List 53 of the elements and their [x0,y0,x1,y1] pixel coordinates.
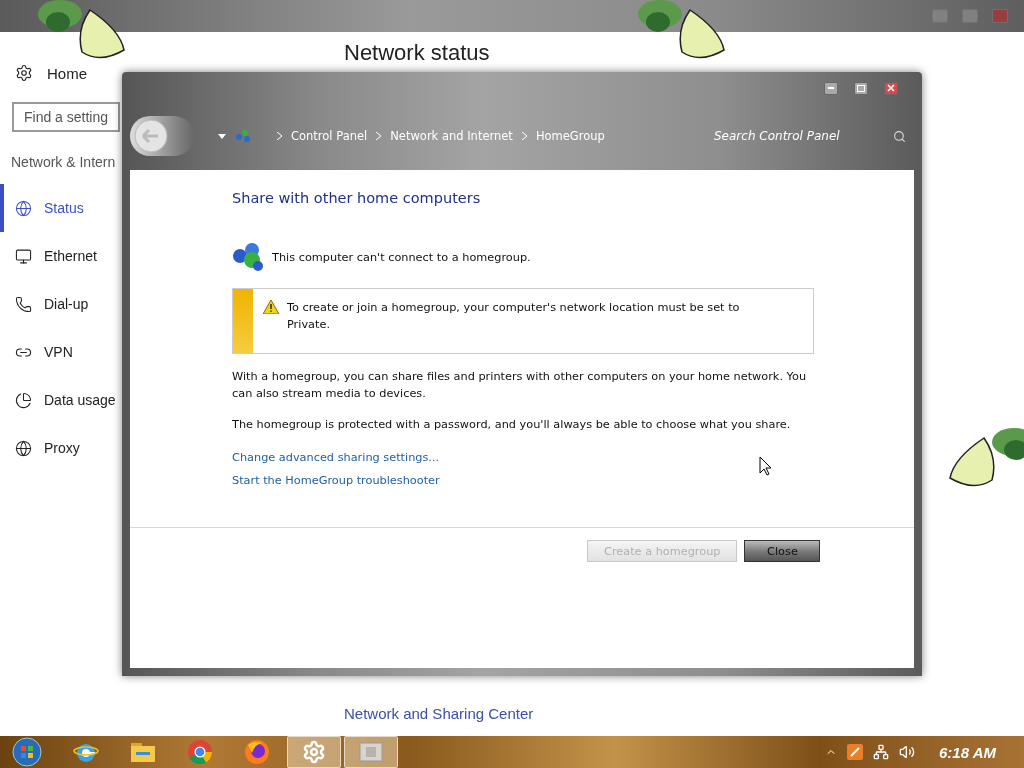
network-icon [235,129,251,143]
nav-item[interactable]: Data usage [0,376,122,424]
pie-chart-icon [15,391,32,409]
clock[interactable]: 6:18 AM [939,743,996,761]
folder-icon [130,740,156,764]
nav-item[interactable]: Dial-up [0,280,122,328]
start-button[interactable] [10,736,44,768]
section-title: Network & Intern [11,154,117,170]
browser-icon [244,739,270,765]
warning-text: To create or join a homegroup, your computer's network location must be set to Private. [287,300,741,333]
chevron-icon [521,132,527,140]
action-link[interactable]: Change advanced sharing settings... [232,451,440,464]
home-link[interactable]: Home [47,64,87,82]
nav-item[interactable]: Ethernet [0,232,122,280]
monitor-icon [15,247,32,265]
page-heading: Network status [344,40,490,66]
cursor-icon [759,456,773,476]
back-button[interactable] [130,116,194,156]
dialog-button[interactable]: Close [744,540,821,562]
nav-item[interactable]: Proxy [0,424,122,472]
description-text: With a homegroup, you can share files and printers with other computers on your home network. You can also stream media to devices. [232,369,808,402]
dialog-title: Share with other home computers [232,190,482,206]
search-icon [893,129,906,143]
maximize-icon [857,84,865,92]
globe-icon [15,199,32,217]
volume-icon[interactable] [899,744,916,760]
warning-icon [263,300,279,314]
gear-icon [302,740,326,764]
search-field[interactable]: Find a setting [12,102,120,132]
tray-app-icon[interactable] [847,744,864,760]
breadcrumb[interactable]: Control Panel [291,129,368,143]
network-icon[interactable] [873,744,890,760]
description-text: The homegroup is protected with a password, and you'll always be able to choose what you share. [232,417,792,433]
browser-icon [187,739,213,765]
minimize-button[interactable] [824,81,838,95]
maximize-button[interactable] [854,81,868,95]
phone-icon [15,295,32,313]
dropdown-caret-icon[interactable] [218,133,226,139]
close-button[interactable] [884,81,898,95]
nav-item[interactable]: VPN [0,328,122,376]
homegroup-icon [232,242,264,272]
close-icon [887,84,895,92]
window-thumbnail-icon [358,741,384,763]
globe-icon [15,439,32,457]
minimize-icon [828,87,834,89]
chevron-icon [376,132,382,140]
warning-stripe [233,289,253,353]
sharing-center-link[interactable]: Network and Sharing Center [344,705,1024,722]
gear-icon [15,64,33,82]
status-text: This computer can't connect to a homegroup. [272,250,531,264]
search-field[interactable]: Search Control Panel [714,129,914,143]
chevron-icon [277,132,282,140]
action-link[interactable]: Start the HomeGroup troubleshooter [232,474,440,487]
